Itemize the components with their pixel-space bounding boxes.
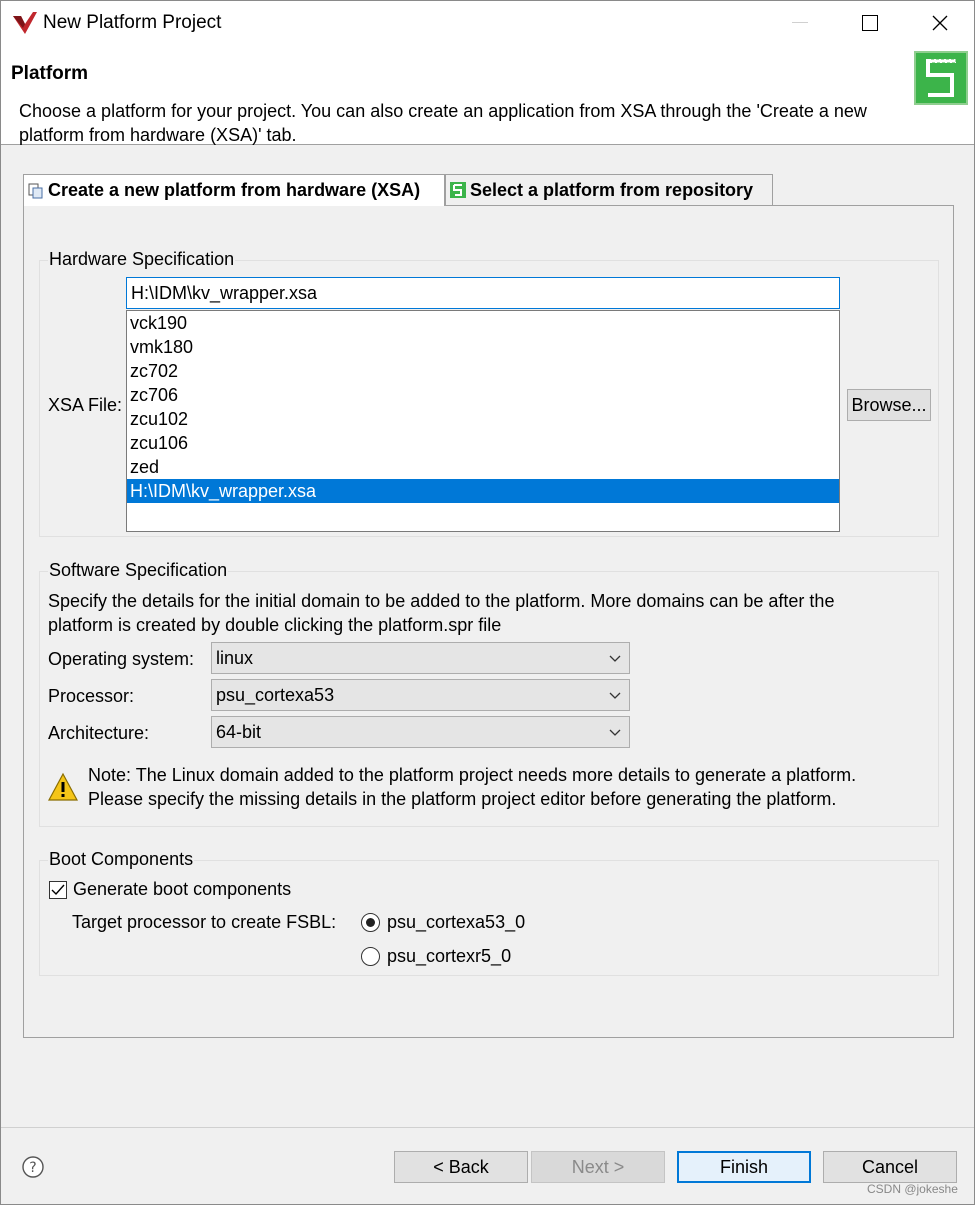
tab-content: Hardware Specification XSA File: H:\IDM\… bbox=[23, 205, 954, 1038]
list-item[interactable]: vmk180 bbox=[127, 335, 839, 359]
os-label: Operating system: bbox=[48, 649, 195, 669]
boot-components-group: Boot Components Generate boot components… bbox=[39, 849, 939, 976]
chevron-down-icon bbox=[609, 655, 621, 662]
window-title: New Platform Project bbox=[43, 12, 222, 33]
os-select[interactable]: linux bbox=[211, 642, 630, 674]
title-bar: New Platform Project bbox=[1, 1, 974, 45]
radio-cortexa53[interactable] bbox=[361, 913, 380, 932]
software-description-line1: Specify the details for the initial doma… bbox=[48, 591, 835, 611]
chevron-down-icon bbox=[609, 692, 621, 699]
os-value: linux bbox=[216, 648, 254, 668]
dialog-window: New Platform Project Platform Choose a p… bbox=[0, 0, 975, 1205]
page-title: Platform bbox=[11, 63, 89, 84]
list-item[interactable]: zc706 bbox=[127, 383, 839, 407]
list-item[interactable]: zed bbox=[127, 455, 839, 479]
software-description-line2: platform is created by double clicking t… bbox=[48, 615, 502, 635]
architecture-label: Architecture: bbox=[48, 723, 150, 743]
tab-label: Select a platform from repository bbox=[470, 179, 754, 200]
close-button[interactable] bbox=[905, 1, 975, 45]
processor-value: psu_cortexa53 bbox=[216, 685, 335, 705]
wizard-header: Platform Choose a platform for your proj… bbox=[1, 45, 974, 145]
close-icon bbox=[932, 15, 948, 31]
list-item[interactable]: zcu106 bbox=[127, 431, 839, 455]
maximize-button[interactable] bbox=[835, 1, 905, 45]
radio-cortexr5-label[interactable]: psu_cortexr5_0 bbox=[387, 946, 511, 967]
radio-cortexa53-label[interactable]: psu_cortexa53_0 bbox=[387, 912, 525, 933]
list-item[interactable]: zc702 bbox=[127, 359, 839, 383]
note-line2: Please specify the missing details in th… bbox=[88, 789, 837, 809]
list-item-selected[interactable]: H:\IDM\kv_wrapper.xsa bbox=[127, 479, 839, 503]
group-label: Boot Components bbox=[48, 849, 195, 870]
platform-banner-icon bbox=[914, 51, 968, 105]
processor-label: Processor: bbox=[48, 686, 135, 706]
watermark: CSDN @jokeshe bbox=[867, 1182, 958, 1196]
xsa-dropdown-list[interactable]: vck190 vmk180 zc702 zc706 zcu102 zcu106 … bbox=[126, 310, 840, 532]
back-button[interactable]: < Back bbox=[394, 1151, 528, 1183]
next-button[interactable]: Next > bbox=[531, 1151, 665, 1183]
tab-folder: Create a new platform from hardware (XSA… bbox=[23, 174, 954, 1038]
list-item[interactable]: zcu102 bbox=[127, 407, 839, 431]
cancel-button[interactable]: Cancel bbox=[823, 1151, 957, 1183]
help-icon[interactable]: ? bbox=[22, 1156, 44, 1178]
architecture-select[interactable]: 64-bit bbox=[211, 716, 630, 748]
xsa-file-label: XSA File: bbox=[48, 395, 123, 415]
minimize-icon bbox=[792, 22, 808, 23]
software-specification-group: Software Specification Specify the detai… bbox=[39, 560, 939, 827]
hardware-specification-group: Hardware Specification XSA File: H:\IDM\… bbox=[39, 249, 939, 537]
radio-cortexr5[interactable] bbox=[361, 947, 380, 966]
tab-label: Create a new platform from hardware (XSA… bbox=[48, 180, 421, 200]
footer-separator bbox=[1, 1127, 974, 1128]
checkmark-icon bbox=[51, 884, 65, 896]
minimize-button[interactable] bbox=[765, 1, 835, 45]
svg-text:?: ? bbox=[29, 1160, 36, 1176]
linux-domain-note: Note: The Linux domain added to the plat… bbox=[88, 763, 856, 811]
generate-boot-label[interactable]: Generate boot components bbox=[73, 879, 291, 900]
maximize-icon bbox=[862, 15, 878, 31]
processor-select[interactable]: psu_cortexa53 bbox=[211, 679, 630, 711]
group-label: Software Specification bbox=[48, 560, 229, 581]
architecture-value: 64-bit bbox=[216, 722, 262, 742]
vitis-logo-icon bbox=[13, 12, 37, 34]
chevron-down-icon bbox=[609, 729, 621, 736]
generate-boot-checkbox[interactable] bbox=[49, 881, 67, 899]
platform-icon bbox=[450, 182, 466, 198]
group-label: Hardware Specification bbox=[48, 249, 236, 270]
finish-button[interactable]: Finish bbox=[677, 1151, 811, 1183]
warning-triangle-icon bbox=[47, 772, 79, 801]
note-line1: Note: The Linux domain added to the plat… bbox=[88, 765, 857, 785]
page-description: Choose a platform for your project. You … bbox=[19, 101, 867, 145]
tab-select-from-repository[interactable]: Select a platform from repository bbox=[445, 174, 773, 205]
target-processor-label: Target processor to create FSBL: bbox=[72, 912, 337, 932]
tab-create-from-xsa[interactable]: Create a new platform from hardware (XSA… bbox=[23, 174, 445, 206]
xsa-file-input[interactable]: H:\IDM\kv_wrapper.xsa bbox=[126, 277, 840, 309]
hardware-icon bbox=[28, 183, 43, 198]
browse-button[interactable]: Browse... bbox=[847, 389, 931, 421]
list-item[interactable]: vck190 bbox=[127, 311, 839, 335]
